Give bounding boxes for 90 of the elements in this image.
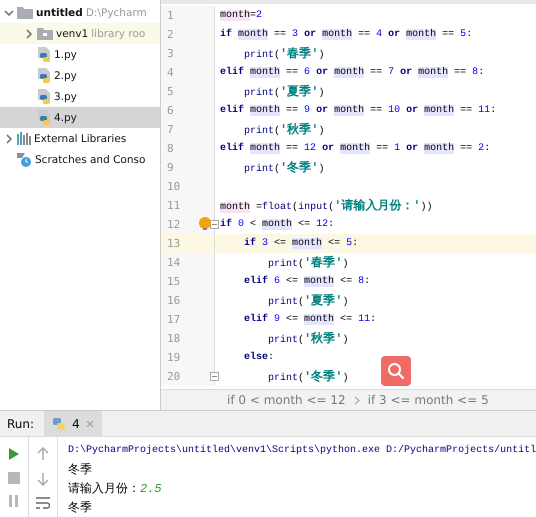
tree-item[interactable]: Scratches and Conso [0, 149, 160, 170]
soft-wrap-icon[interactable] [36, 497, 50, 509]
code-line: if month == 3 or month == 4 or month == 5: [219, 29, 472, 40]
library-icon [17, 132, 31, 145]
code-line: else: [243, 352, 274, 363]
code-line: elif 6 <= month <= 8: [243, 276, 370, 287]
line-number: 1 [167, 9, 174, 22]
code-line: print('冬季') [267, 368, 348, 385]
python-icon [52, 416, 66, 431]
code-line: print('春季') [243, 46, 324, 62]
code-line: elif month == 12 or month == 1 or month == 2: [219, 143, 490, 154]
breadcrumb[interactable]: if 0 < month <= 12 [227, 393, 346, 408]
line-number: 5 [167, 85, 174, 98]
code-line: print('冬季') [243, 160, 324, 176]
line-number: 11 [167, 199, 180, 212]
code-line: month=2 [219, 10, 262, 21]
line-number: 16 [167, 294, 180, 307]
console-line: 请输入月份： [68, 480, 140, 497]
line-number: 10 [167, 180, 180, 193]
tree-item[interactable]: 2.py [0, 65, 160, 86]
chevron-right-icon [354, 396, 360, 405]
tree-item[interactable]: 3.py [0, 86, 160, 107]
line-number: 17 [167, 313, 180, 326]
console-line: D:\PycharmProjects\untitled\venv1\Scripts\python.exe D:/PycharmProjects/untitl [68, 444, 536, 458]
folder-icon [37, 27, 53, 40]
line-number: 14 [167, 256, 180, 269]
close-icon[interactable] [86, 420, 94, 428]
code-line: print('秋季') [243, 122, 324, 138]
code-line: elif 9 <= month <= 11: [243, 314, 376, 325]
python-file-icon [37, 68, 51, 84]
line-number: 2 [167, 28, 174, 41]
lightbulb-icon[interactable] [199, 217, 211, 231]
line-number: 8 [167, 142, 174, 155]
tree-item[interactable]: untitled D:\Pycharm [0, 2, 160, 23]
line-number: 20 [167, 370, 180, 383]
fold-icon[interactable] [210, 220, 219, 229]
tree-item-label: 3.py [54, 90, 77, 102]
tree-item-label: External Libraries [34, 132, 126, 144]
tree-item[interactable]: venv1 library roo [0, 23, 160, 44]
line-number: 3 [167, 47, 174, 60]
tree-item-label: 2.py [54, 70, 77, 82]
python-file-icon [37, 88, 51, 104]
line-number: 13 [167, 237, 180, 250]
input-value-text: 2.5 [140, 482, 162, 496]
code-line: print('夏季') [267, 292, 348, 309]
tree-item-label: untitled [36, 6, 83, 18]
code-line: month =float(input('请输入月份：')) [219, 198, 433, 214]
tree-item[interactable]: External Libraries [0, 128, 160, 149]
tree-item-label: Scratches and Conso [35, 154, 146, 166]
code-line: print('春季') [267, 254, 348, 271]
run-tab[interactable]: 4 [44, 411, 102, 436]
code-line: print('秋季') [267, 330, 348, 347]
tree-item-label: 4.py [54, 112, 77, 124]
chevron-right-icon[interactable] [24, 28, 34, 38]
code-line: if 3 <= month <= 5: [243, 238, 358, 249]
path-hint: library roo [91, 28, 146, 40]
code-line: print('夏季') [243, 84, 324, 100]
code-line: elif month == 6 or month == 7 or month == 8: [219, 67, 484, 78]
code-line: elif month == 9 or month == 10 or month == 11: [219, 105, 496, 116]
pause-icon[interactable] [9, 495, 19, 507]
console-line: 冬季 [68, 461, 93, 478]
line-number: 9 [167, 161, 174, 174]
fold-icon[interactable] [210, 372, 219, 381]
code-line: if 0 < month <= 12: [219, 219, 334, 230]
path-hint: D:\Pycharm [86, 6, 147, 18]
breadcrumb[interactable]: if 3 <= month <= 5 [368, 393, 489, 408]
line-number: 19 [167, 351, 180, 364]
arrow-down-icon[interactable] [37, 472, 49, 486]
folder-icon [17, 6, 33, 19]
tree-item-label: 1.py [54, 48, 77, 60]
scratch-icon [17, 152, 32, 167]
search-icon [387, 362, 405, 380]
search-button[interactable] [381, 356, 411, 386]
line-number: 12 [167, 218, 180, 231]
python-file-icon [37, 46, 51, 62]
run-icon[interactable] [8, 447, 20, 461]
python-file-icon [37, 110, 51, 126]
chevron-right-icon[interactable] [4, 134, 14, 144]
chevron-down-icon[interactable] [4, 8, 14, 18]
line-number: 7 [167, 123, 174, 136]
line-number: 6 [167, 104, 174, 117]
line-number: 15 [167, 275, 180, 288]
run-label: Run: [6, 416, 36, 431]
tree-item[interactable]: 1.py [0, 44, 160, 65]
tree-item[interactable]: 4.py [0, 107, 160, 128]
line-number: 18 [167, 332, 180, 345]
line-number: 4 [167, 66, 174, 79]
arrow-up-icon[interactable] [37, 447, 49, 461]
tree-item-label: venv1 [56, 28, 88, 40]
console-line: 冬季 [68, 499, 93, 516]
